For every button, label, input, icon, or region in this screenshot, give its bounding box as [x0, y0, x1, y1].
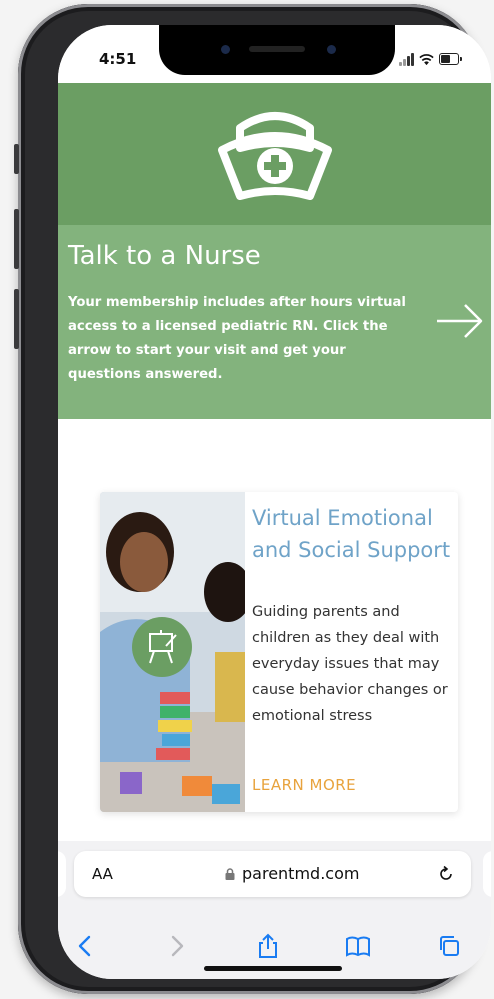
talk-to-nurse-banner[interactable]: Talk to a Nurse Your membership includes… — [58, 225, 491, 419]
mute-switch — [14, 144, 19, 174]
easel-badge — [132, 617, 192, 677]
next-tab-peek[interactable] — [483, 851, 491, 897]
status-time: 4:51 — [99, 50, 137, 68]
wifi-icon — [419, 54, 434, 66]
home-indicator[interactable] — [204, 966, 342, 971]
card-description: Guiding parents and children as they dea… — [252, 604, 448, 724]
easel-icon — [149, 630, 177, 664]
previous-tab-peek[interactable] — [58, 851, 66, 897]
nurse-cap-icon — [218, 112, 332, 200]
bookmarks-icon[interactable] — [344, 933, 372, 959]
banner-description: Your membership includes after hours vir… — [68, 295, 406, 382]
status-icons — [399, 52, 462, 66]
arrow-right-icon[interactable] — [435, 301, 485, 341]
tabs-icon[interactable] — [436, 933, 464, 959]
card-title: Virtual Emotional and Social Support — [252, 506, 451, 562]
address-bar[interactable]: AA parentmd.com — [74, 851, 471, 897]
learn-more-link[interactable]: LEARN MORE — [252, 776, 356, 794]
safari-toolbar: AA parentmd.com — [58, 841, 491, 979]
back-icon[interactable] — [72, 933, 100, 959]
front-camera-icon — [221, 45, 230, 54]
volume-up-button — [14, 209, 19, 269]
hero-header — [58, 83, 491, 225]
phone-screen: 4:51 Talk to a Nurse Your membership inc… — [58, 25, 491, 979]
text-size-button[interactable]: AA — [92, 865, 113, 883]
face-id-sensor-icon — [327, 45, 336, 54]
reload-icon[interactable] — [437, 865, 455, 883]
banner-title: Talk to a Nurse — [68, 241, 261, 271]
share-icon[interactable] — [254, 933, 282, 959]
phone-frame: 4:51 Talk to a Nurse Your membership inc… — [14, 4, 491, 994]
earpiece-speaker — [249, 46, 305, 52]
url-text: parentmd.com — [242, 864, 360, 883]
lock-icon — [225, 868, 235, 880]
parent-child-photo — [100, 492, 245, 812]
notch — [159, 25, 395, 75]
status-bar: 4:51 — [58, 25, 491, 83]
battery-icon — [439, 53, 462, 65]
support-card[interactable]: Virtual Emotional and Social Support Gui… — [100, 492, 458, 812]
volume-down-button — [14, 289, 19, 349]
forward-icon[interactable] — [162, 933, 190, 959]
